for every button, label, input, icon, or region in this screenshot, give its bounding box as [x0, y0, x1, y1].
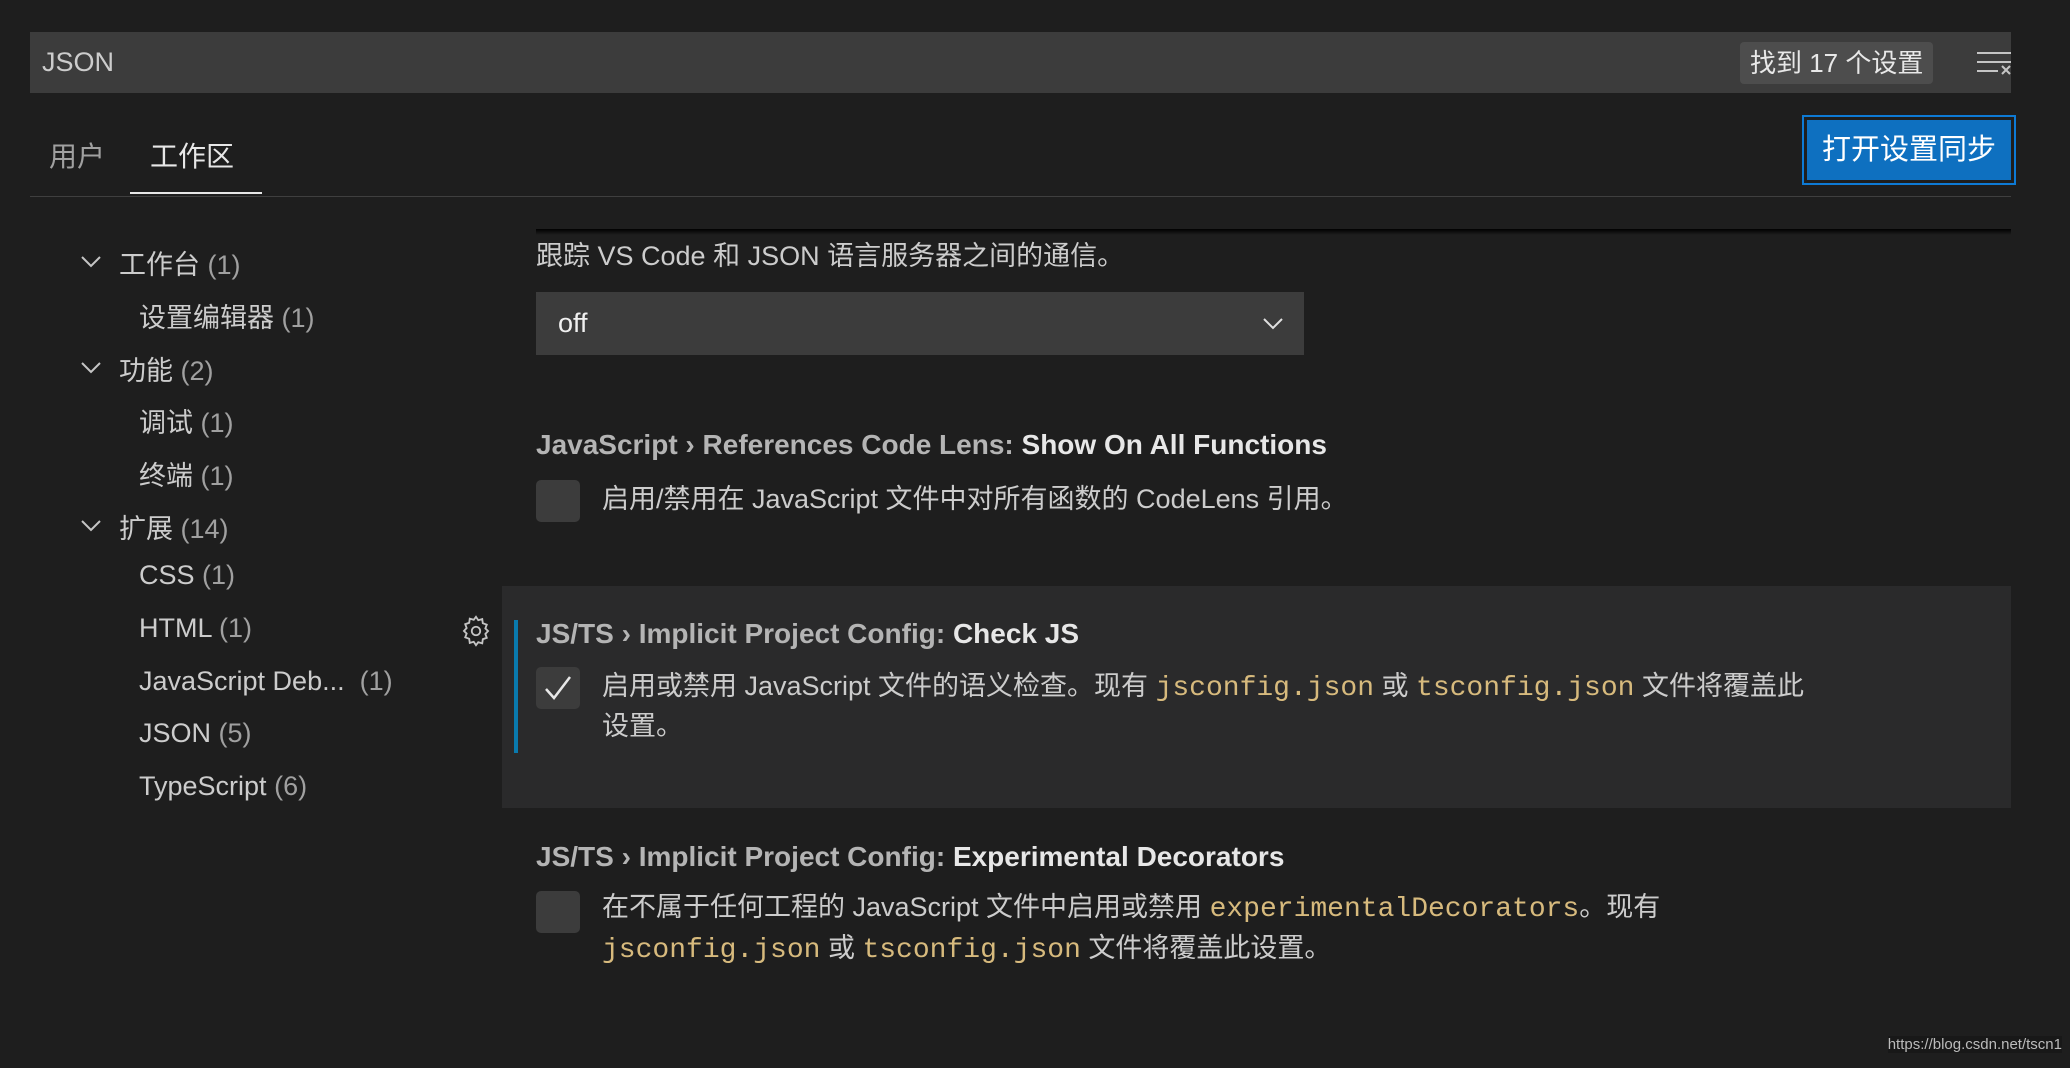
setting-description: 启用/禁用在 JavaScript 文件中对所有函数的 CodeLens 引用。: [602, 484, 1348, 514]
chevron-down-icon[interactable]: [80, 514, 102, 536]
setting-description: 启用或禁用 JavaScript 文件的语义检查。现有 jsconfig.jso…: [602, 671, 1804, 704]
checkmark-icon: [545, 676, 571, 700]
watermark: https://blog.csdn.net/tscn1: [1887, 1036, 2062, 1053]
result-count-badge: 找到 17 个设置: [1740, 42, 1934, 84]
search-input[interactable]: [42, 32, 1542, 93]
toc-item-terminal[interactable]: 终端 (1): [139, 454, 234, 493]
toc-item-debug[interactable]: 调试 (1): [139, 401, 234, 440]
toc-item-json[interactable]: JSON (5): [139, 718, 252, 749]
toc-item-css[interactable]: CSS (1): [139, 560, 235, 591]
setting-description-cont: 设置。: [602, 711, 683, 741]
check-js-checkbox[interactable]: [536, 667, 580, 709]
experimental-decorators-checkbox[interactable]: [536, 891, 580, 933]
toc-item-html[interactable]: HTML (1): [139, 613, 252, 644]
modified-indicator: [514, 620, 518, 753]
tab-workspace[interactable]: 工作区: [150, 135, 234, 175]
toc-item-javascript-debugger[interactable]: JavaScript Deb... (1): [139, 666, 393, 697]
divider: [30, 196, 2011, 197]
chevron-down-icon: [1263, 318, 1283, 330]
chevron-down-icon[interactable]: [80, 356, 102, 378]
trace-server-select[interactable]: off: [536, 292, 1304, 355]
chevron-down-icon[interactable]: [80, 250, 102, 272]
toc-item-settings-editor[interactable]: 设置编辑器 (1): [139, 296, 315, 335]
clear-filter-icon[interactable]: [1976, 50, 2012, 76]
active-tab-indicator: [130, 192, 262, 194]
tab-user[interactable]: 用户: [49, 135, 105, 175]
gear-icon[interactable]: [459, 614, 493, 648]
select-value: off: [558, 308, 588, 338]
setting-description-cont: jsconfig.json 或 tsconfig.json 文件将覆盖此设置。: [602, 933, 1332, 966]
show-on-all-functions-checkbox[interactable]: [536, 480, 580, 522]
setting-description: 在不属于任何工程的 JavaScript 文件中启用或禁用 experiment…: [602, 892, 1661, 925]
toc-item-features[interactable]: 功能 (2): [119, 349, 214, 388]
turn-on-settings-sync-button[interactable]: 打开设置同步: [1802, 115, 2016, 185]
toc-item-extensions[interactable]: 扩展 (14): [119, 507, 229, 546]
setting-description: 跟踪 VS Code 和 JSON 语言服务器之间的通信。: [536, 241, 1125, 271]
toc-item-typescript[interactable]: TypeScript (6): [139, 771, 307, 802]
search-bar: 找到 17 个设置: [30, 32, 2011, 93]
setting-title: JavaScript › References Code Lens: Show …: [536, 429, 1327, 460]
setting-title: JS/TS › Implicit Project Config: Experim…: [536, 841, 1285, 872]
sync-button-label: 打开设置同步: [1807, 120, 2011, 180]
setting-title: JS/TS › Implicit Project Config: Check J…: [536, 618, 1080, 649]
toc-item-workbench[interactable]: 工作台 (1): [119, 243, 241, 282]
